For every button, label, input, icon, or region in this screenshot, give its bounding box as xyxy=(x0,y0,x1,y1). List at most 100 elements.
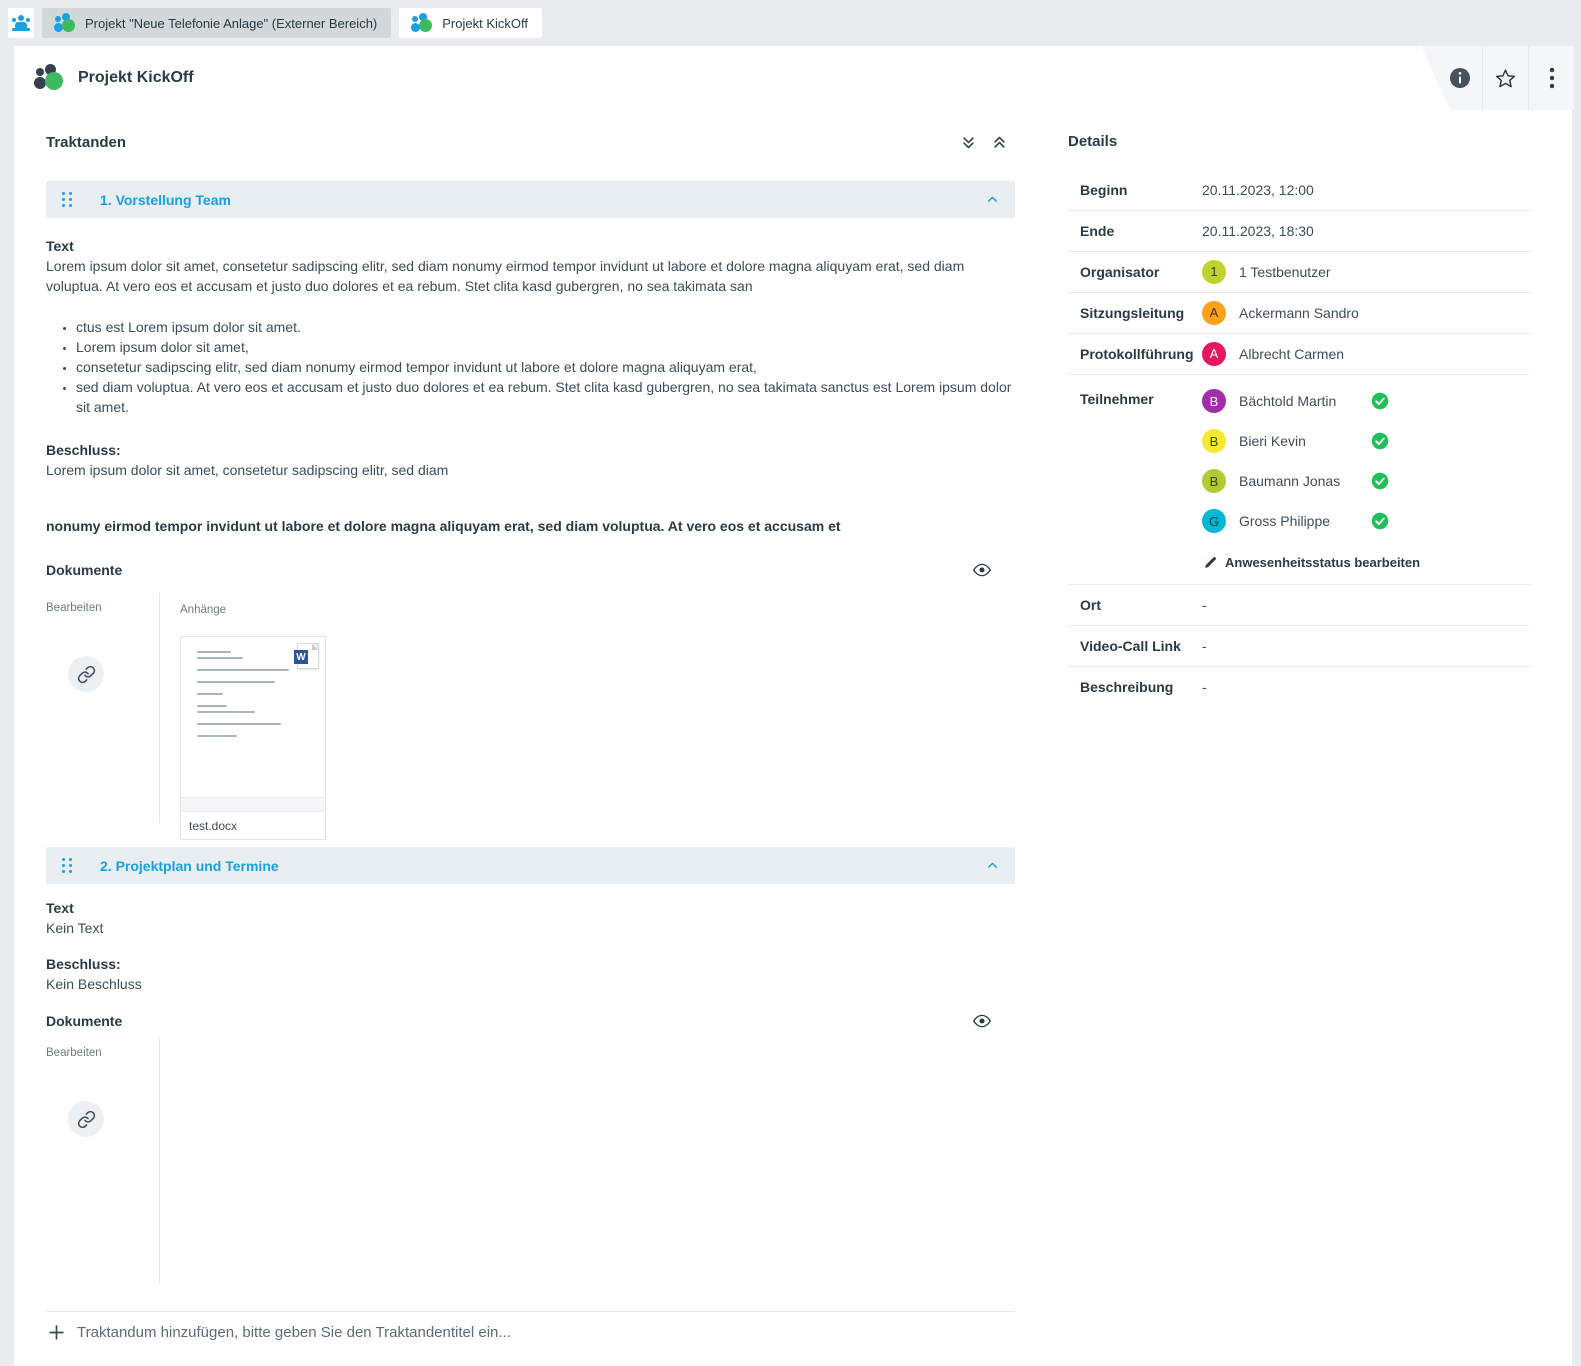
decision-label: Beschluss: xyxy=(46,954,1015,974)
avatar: B xyxy=(1202,469,1226,493)
main-card: Projekt KickOff xyxy=(14,46,1572,1366)
attachments-column: Anhänge xyxy=(160,593,326,823)
documents-visibility-button[interactable] xyxy=(973,1014,991,1028)
check-circle-icon xyxy=(1371,472,1389,490)
tab-label: Projekt KickOff xyxy=(442,16,528,31)
drag-handle-icon[interactable] xyxy=(62,192,72,207)
word-file-icon: W xyxy=(297,643,319,669)
star-icon xyxy=(1495,68,1516,89)
text-label: Text xyxy=(46,898,1015,918)
link-icon xyxy=(77,665,96,684)
decision-text-bold: nonumy eirmod tempor invidunt ut labore … xyxy=(46,516,1015,536)
documents-label: Dokumente xyxy=(46,1011,122,1031)
chevron-up-icon[interactable] xyxy=(986,193,999,206)
organizer-name: 1 Testbenutzer xyxy=(1239,262,1371,282)
begin-value: 20.11.2023, 12:00 xyxy=(1202,180,1314,200)
eye-icon xyxy=(973,1014,991,1028)
video-link-label: Video-Call Link xyxy=(1080,636,1202,656)
tab-bar: Projekt "Neue Telefonie Anlage" (Externe… xyxy=(0,0,1581,46)
add-agenda-item-input[interactable]: Traktandum hinzufügen, bitte geben Sie d… xyxy=(46,1312,1015,1341)
attachments-label: Anhänge xyxy=(180,604,326,616)
edit-label: Bearbeiten xyxy=(46,1047,159,1059)
begin-label: Beginn xyxy=(1080,180,1202,200)
kebab-icon xyxy=(1549,67,1555,89)
detail-row-minutes: Protokollführung A Albrecht Carmen xyxy=(1068,334,1531,375)
bullet-item: consetetur sadipscing elitr, sed diam no… xyxy=(76,357,1015,377)
description-value: - xyxy=(1202,677,1207,697)
video-link-value: - xyxy=(1202,636,1207,656)
participant-row: B Bächtold Martin xyxy=(1202,389,1420,413)
agenda-item-title: 2. Projektplan und Termine xyxy=(100,858,986,874)
add-document-link-button[interactable] xyxy=(68,656,104,692)
tab-project-telefonie[interactable]: Projekt "Neue Telefonie Anlage" (Externe… xyxy=(42,8,391,38)
item-bullet-list: ctus est Lorem ipsum dolor sit amet. Lor… xyxy=(46,317,1015,417)
detail-row-organizer: Organisator 1 1 Testbenutzer xyxy=(1068,252,1531,293)
double-chevron-up-icon xyxy=(992,135,1007,150)
detail-row-end: Ende 20.11.2023, 18:30 xyxy=(1068,211,1531,252)
edit-attendance-button[interactable]: Anwesenheitsstatus bearbeiten xyxy=(1204,555,1420,570)
participant-name: Baumann Jonas xyxy=(1239,473,1371,489)
attachment-preview: W xyxy=(181,637,325,797)
bullet-item: ctus est Lorem ipsum dolor sit amet. xyxy=(76,317,1015,337)
tab-label: Projekt "Neue Telefonie Anlage" (Externe… xyxy=(85,16,377,31)
agenda-item-2-header[interactable]: 2. Projektplan und Termine xyxy=(46,847,1015,884)
info-icon xyxy=(1449,67,1471,89)
page-header: Projekt KickOff xyxy=(14,46,1572,110)
home-tab[interactable] xyxy=(8,8,34,38)
check-circle-icon xyxy=(1371,432,1389,450)
add-agenda-divider: Traktandum hinzufügen, bitte geben Sie d… xyxy=(46,1311,1015,1341)
double-chevron-down-icon xyxy=(961,135,976,150)
meeting-icon-large xyxy=(34,64,64,91)
detail-row-description: Beschreibung - xyxy=(1068,667,1531,707)
page-title: Projekt KickOff xyxy=(78,69,194,87)
attachment-card[interactable]: W test.docx xyxy=(180,636,326,840)
add-document-link-button[interactable] xyxy=(68,1101,104,1137)
collapse-all-button[interactable] xyxy=(992,135,1007,150)
avatar: A xyxy=(1202,342,1226,366)
header-toolbar xyxy=(1421,46,1574,110)
detail-row-video: Video-Call Link - xyxy=(1068,626,1531,667)
location-label: Ort xyxy=(1080,595,1202,615)
documents-edit-column: Bearbeiten xyxy=(46,1038,160,1283)
documents-label: Dokumente xyxy=(46,560,122,580)
drag-handle-icon[interactable] xyxy=(62,858,72,873)
edit-attendance-label: Anwesenheitsstatus bearbeiten xyxy=(1225,555,1420,570)
expand-all-button[interactable] xyxy=(961,135,976,150)
agenda-item-title: 1. Vorstellung Team xyxy=(100,192,986,208)
meeting-project-icon xyxy=(411,13,433,33)
chair-label: Sitzungsleitung xyxy=(1080,301,1202,325)
participant-row: G Gross Philippe xyxy=(1202,509,1420,533)
minutes-name: Albrecht Carmen xyxy=(1239,344,1371,364)
detail-row-location: Ort - xyxy=(1068,585,1531,626)
participant-name: Bächtold Martin xyxy=(1239,393,1371,409)
decision-text: Lorem ipsum dolor sit amet, consetetur s… xyxy=(46,460,1015,480)
participant-name: Bieri Kevin xyxy=(1239,433,1371,449)
meeting-icon xyxy=(12,15,30,31)
agenda-section: Traktanden 1. Vorstellung Team xyxy=(46,132,1015,1341)
avatar: B xyxy=(1202,389,1226,413)
documents-visibility-button[interactable] xyxy=(973,563,991,577)
item-text: Kein Text xyxy=(46,918,1015,938)
agenda-item-1-header[interactable]: 1. Vorstellung Team xyxy=(46,181,1015,218)
details-title: Details xyxy=(1068,132,1531,152)
favorite-button[interactable] xyxy=(1482,46,1528,110)
participants-label: Teilnehmer xyxy=(1080,389,1202,574)
chevron-up-icon[interactable] xyxy=(986,859,999,872)
detail-row-participants: Teilnehmer B Bächtold Martin B Bieri Kev… xyxy=(1068,375,1531,585)
documents-edit-column: Bearbeiten xyxy=(46,593,160,823)
bullet-item: Lorem ipsum dolor sit amet, xyxy=(76,337,1015,357)
end-label: Ende xyxy=(1080,221,1202,241)
more-menu-button[interactable] xyxy=(1528,46,1574,110)
plus-icon xyxy=(48,1324,65,1341)
avatar: B xyxy=(1202,429,1226,453)
detail-row-chair: Sitzungsleitung A Ackermann Sandro xyxy=(1068,293,1531,334)
project-icon xyxy=(54,13,76,33)
edit-label: Bearbeiten xyxy=(46,602,159,614)
avatar: A xyxy=(1202,301,1226,325)
detail-row-begin: Beginn 20.11.2023, 12:00 xyxy=(1068,170,1531,211)
end-value: 20.11.2023, 18:30 xyxy=(1202,221,1314,241)
info-button[interactable] xyxy=(1421,46,1482,110)
agenda-title: Traktanden xyxy=(46,134,126,151)
details-panel: Details Beginn 20.11.2023, 12:00 Ende 20… xyxy=(1068,132,1531,707)
tab-projekt-kickoff[interactable]: Projekt KickOff xyxy=(399,8,542,38)
